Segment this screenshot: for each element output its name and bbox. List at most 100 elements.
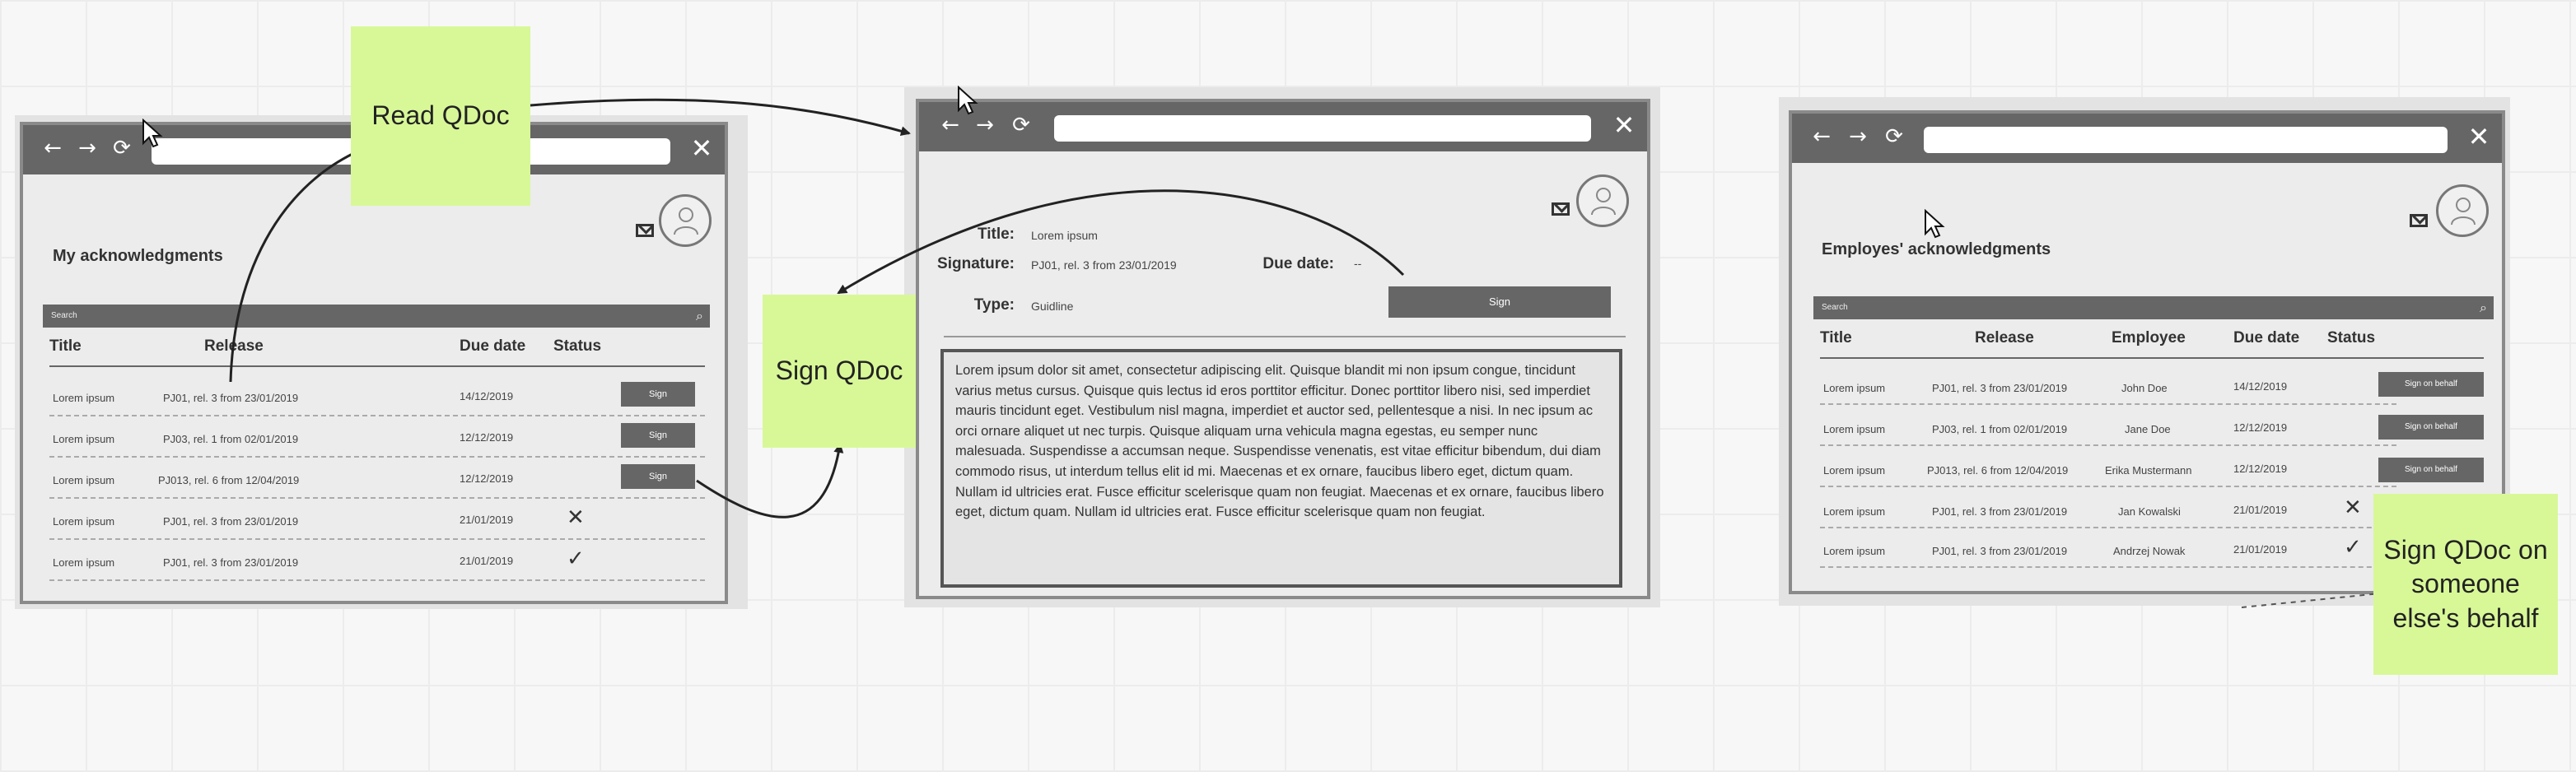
- row-divider: [49, 415, 705, 416]
- cell-title: Lorem ipsum: [53, 474, 115, 486]
- cell-release: PJ01, rel. 3 from 23/01/2019: [1932, 505, 2068, 518]
- sign-on-behalf-button[interactable]: Sign on behalf: [2378, 415, 2484, 439]
- page-title: My acknowledgments: [53, 247, 223, 265]
- cell-due-date: 14/12/2019: [2233, 380, 2288, 393]
- url-bar[interactable]: [1924, 127, 2448, 153]
- reload-icon[interactable]: ⟳: [1881, 123, 1907, 150]
- type-value: Guidline: [1031, 300, 1074, 313]
- row-divider: [1820, 566, 2396, 568]
- browser-titlebar: ← → ⟳ ✕: [919, 102, 1647, 151]
- cursor-icon: [1925, 209, 1945, 239]
- column-header-release: Release: [204, 337, 264, 355]
- cell-due-date: 12/12/2019: [460, 472, 514, 485]
- cell-due-date: 12/12/2019: [2233, 463, 2288, 475]
- mail-icon[interactable]: [636, 224, 654, 237]
- avatar[interactable]: [1576, 174, 1629, 227]
- sign-on-behalf-button[interactable]: Sign on behalf: [2378, 372, 2484, 397]
- column-header-status: Status: [553, 337, 602, 355]
- row-divider: [1820, 403, 2396, 405]
- cell-due-date: 12/12/2019: [2233, 421, 2288, 434]
- sign-button[interactable]: Sign: [621, 423, 695, 448]
- row-divider: [49, 579, 705, 581]
- sign-on-behalf-button[interactable]: Sign on behalf: [2378, 458, 2484, 482]
- cell-title: Lorem ipsum: [1823, 505, 1886, 518]
- search-placeholder: Search: [1822, 303, 1848, 312]
- note-read-qdoc: Read QDoc: [351, 26, 530, 206]
- cell-due-date: 21/01/2019: [2233, 543, 2288, 556]
- cell-release: PJ03, rel. 1 from 02/01/2019: [163, 433, 299, 445]
- row-divider: [49, 456, 705, 458]
- column-header-release: Release: [1975, 329, 2034, 346]
- search-icon[interactable]: ⌕: [2480, 296, 2487, 319]
- cell-release: PJ013, rel. 6 from 12/04/2019: [158, 474, 300, 486]
- note-sign-qdoc: Sign QDoc: [763, 295, 916, 448]
- sign-button[interactable]: Sign: [621, 464, 695, 489]
- cell-release: PJ013, rel. 6 from 12/04/2019: [1927, 464, 2069, 477]
- due-date-value: --: [1354, 257, 1362, 270]
- cell-release: PJ01, rel. 3 from 23/01/2019: [163, 392, 299, 404]
- close-icon[interactable]: ✕: [687, 133, 716, 163]
- column-header-title: Title: [1820, 329, 1852, 346]
- cell-release: PJ01, rel. 3 from 23/01/2019: [1932, 382, 2068, 394]
- row-divider: [1820, 444, 2396, 446]
- mail-icon[interactable]: [2410, 214, 2428, 227]
- column-header-employee: Employee: [2112, 329, 2186, 346]
- sign-button[interactable]: Sign: [1388, 286, 1611, 318]
- row-divider: [1820, 527, 2396, 528]
- declined-icon: ✕: [567, 505, 585, 530]
- user-icon: [674, 207, 698, 235]
- forward-icon[interactable]: →: [972, 112, 998, 138]
- cell-release: PJ01, rel. 3 from 23/01/2019: [1932, 545, 2068, 557]
- cell-title: Lorem ipsum: [1823, 382, 1886, 394]
- type-label: Type:: [973, 296, 1015, 314]
- note-sign-on-behalf: Sign QDoc on someone else's behalf: [2373, 494, 2558, 675]
- forward-icon[interactable]: →: [74, 135, 100, 161]
- back-icon[interactable]: ←: [1808, 123, 1835, 150]
- url-bar[interactable]: [1054, 115, 1591, 142]
- close-icon[interactable]: ✕: [2464, 122, 2494, 151]
- cell-due-date: 21/01/2019: [460, 514, 514, 526]
- row-divider: [1820, 486, 2396, 487]
- qdoc-content: Lorem ipsum dolor sit amet, consectetur …: [940, 349, 1622, 588]
- cell-release: PJ03, rel. 1 from 02/01/2019: [1932, 423, 2068, 435]
- declined-icon: ✕: [2344, 495, 2362, 520]
- browser-titlebar: ← → ⟳ ✕: [1792, 114, 2502, 163]
- user-icon: [1591, 188, 1616, 216]
- avatar[interactable]: [659, 194, 712, 247]
- cell-employee: John Doe: [2121, 382, 2168, 394]
- cell-title: Lorem ipsum: [53, 515, 115, 528]
- cell-title: Lorem ipsum: [1823, 464, 1886, 477]
- search-placeholder: Search: [51, 311, 77, 320]
- reload-icon[interactable]: ⟳: [109, 135, 135, 161]
- signature-label: Signature:: [937, 255, 1015, 272]
- search-input[interactable]: Search ⌕: [1813, 296, 2494, 319]
- mail-icon[interactable]: [1552, 202, 1570, 216]
- cell-employee: Erika Mustermann: [2105, 464, 2192, 477]
- cell-due-date: 21/01/2019: [2233, 504, 2288, 516]
- cursor-icon: [142, 119, 163, 148]
- back-icon[interactable]: ←: [40, 135, 66, 161]
- title-label: Title:: [977, 226, 1015, 243]
- cell-employee: Andrzej Nowak: [2113, 545, 2186, 557]
- signature-value: PJ01, rel. 3 from 23/01/2019: [1031, 258, 1177, 272]
- sign-button[interactable]: Sign: [621, 382, 695, 407]
- close-icon[interactable]: ✕: [1609, 110, 1639, 140]
- back-icon[interactable]: ←: [937, 112, 964, 138]
- section-divider: [944, 336, 1626, 337]
- cell-due-date: 21/01/2019: [460, 555, 514, 567]
- reload-icon[interactable]: ⟳: [1008, 112, 1034, 138]
- signed-icon: ✓: [567, 546, 585, 571]
- cell-release: PJ01, rel. 3 from 23/01/2019: [163, 515, 299, 528]
- cell-title: Lorem ipsum: [53, 556, 115, 569]
- header-divider: [49, 365, 705, 367]
- search-icon[interactable]: ⌕: [696, 305, 703, 328]
- cell-release: PJ01, rel. 3 from 23/01/2019: [163, 556, 299, 569]
- forward-icon[interactable]: →: [1845, 123, 1871, 150]
- avatar[interactable]: [2436, 184, 2489, 237]
- cell-title: Lorem ipsum: [1823, 423, 1886, 435]
- row-divider: [49, 538, 705, 540]
- column-header-due-date: Due date: [460, 337, 526, 355]
- cell-due-date: 14/12/2019: [460, 390, 514, 402]
- user-icon: [2451, 198, 2476, 226]
- search-input[interactable]: Search ⌕: [43, 305, 710, 328]
